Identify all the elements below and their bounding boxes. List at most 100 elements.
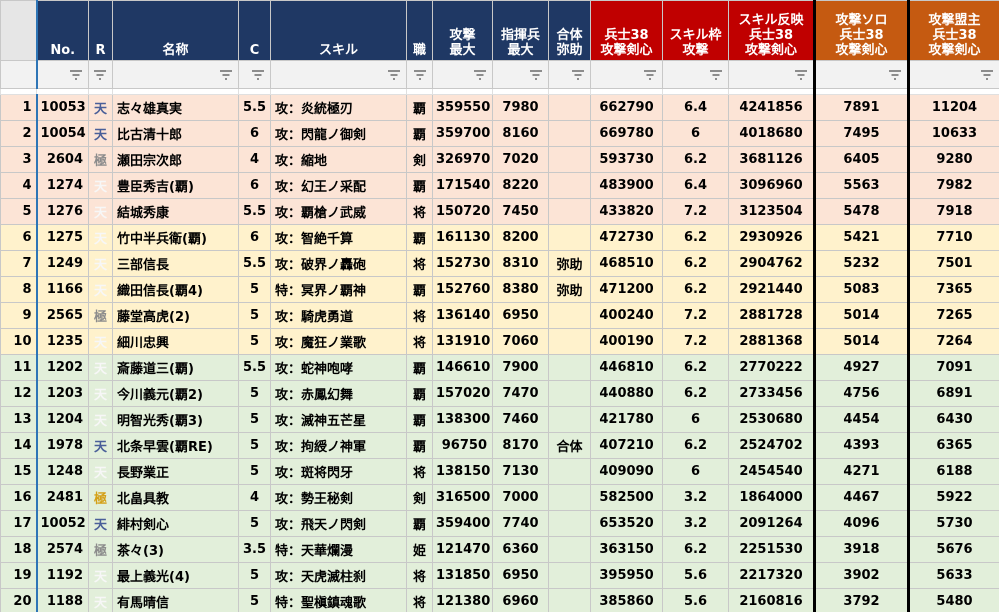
cell-job[interactable]: 覇 [406,172,433,199]
cell-no[interactable]: 2565 [35,302,89,329]
cell-skill[interactable]: 特：天華爛漫 [270,536,407,563]
row-number[interactable]: 18 [0,536,37,563]
filter-icon[interactable] [472,68,488,82]
cell-name[interactable]: 瀬田宗次郎 [112,146,239,173]
cell-r[interactable]: 天 [88,250,113,277]
cell-no[interactable]: 1248 [35,458,89,485]
cell-ref[interactable]: 2251530 [728,536,815,563]
cell-no[interactable]: 1978 [35,432,89,459]
col-header-skill-reflect[interactable]: スキル反映 兵士38 攻撃剣心 [728,0,815,61]
cell-name[interactable]: 藤堂高虎(2) [112,302,239,329]
cell-s38[interactable]: 363150 [590,536,663,563]
cell-job[interactable]: 覇 [406,120,433,147]
cell-atk[interactable]: 131850 [432,562,493,589]
cell-slot[interactable]: 7.2 [662,198,729,225]
cell-ally[interactable]: 7264 [908,328,999,355]
cell-ref[interactable]: 3123504 [728,198,815,225]
cell-ref[interactable]: 2524702 [728,432,815,459]
cell-skill[interactable]: 攻：魔狂ノ業歌 [270,328,407,355]
cell-slot[interactable]: 3.2 [662,510,729,537]
cell-slot[interactable]: 6.2 [662,146,729,173]
cell-job[interactable]: 覇 [406,94,433,121]
cell-slot[interactable]: 6.4 [662,172,729,199]
cell-job[interactable]: 覇 [406,276,433,303]
cell-solo[interactable]: 3792 [813,588,910,612]
cell-combo[interactable] [548,224,591,251]
cell-combo[interactable] [548,588,591,612]
cell-atk[interactable]: 96750 [432,432,493,459]
cell-ally[interactable]: 6188 [908,458,999,485]
cell-ref[interactable]: 2904762 [728,250,815,277]
filter-icon[interactable] [92,68,108,82]
cell-solo[interactable]: 5421 [813,224,910,251]
cell-atk[interactable]: 138300 [432,406,493,433]
cell-r[interactable]: 天 [88,510,113,537]
cell-c[interactable]: 5.5 [238,94,271,121]
cell-s38[interactable]: 471200 [590,276,663,303]
row-number[interactable]: 7 [0,250,37,277]
cell-c[interactable]: 5 [238,276,271,303]
cell-ally[interactable]: 5676 [908,536,999,563]
row-number[interactable]: 1 [0,94,37,121]
cell-slot[interactable]: 6.2 [662,354,729,381]
cell-ref[interactable]: 2881368 [728,328,815,355]
filter-icon[interactable] [708,68,724,82]
col-header-job[interactable]: 職 [406,0,433,61]
cell-skill[interactable]: 攻：拘綬ノ神軍 [270,432,407,459]
cell-cmd[interactable]: 7000 [492,484,549,511]
row-number[interactable]: 19 [0,562,37,589]
cell-name[interactable]: 北畠具教 [112,484,239,511]
cell-combo[interactable] [548,562,591,589]
filter-icon[interactable] [793,68,809,82]
cell-name[interactable]: 竹中半兵衛(覇) [112,224,239,251]
cell-ref[interactable]: 3681126 [728,146,815,173]
cell-skill[interactable]: 攻：滅神五芒星 [270,406,407,433]
cell-ally[interactable]: 6365 [908,432,999,459]
filter-icon[interactable] [528,68,544,82]
cell-combo[interactable] [548,354,591,381]
cell-c[interactable]: 4 [238,146,271,173]
cell-slot[interactable]: 6.2 [662,224,729,251]
row-number[interactable]: 8 [0,276,37,303]
cell-c[interactable]: 6 [238,120,271,147]
cell-slot[interactable]: 6.2 [662,250,729,277]
cell-ref[interactable]: 4018680 [728,120,815,147]
cell-skill[interactable]: 攻：炎統極刃 [270,94,407,121]
row-number[interactable]: 2 [0,120,37,147]
cell-s38[interactable]: 653520 [590,510,663,537]
cell-s38[interactable]: 483900 [590,172,663,199]
cell-ally[interactable]: 5922 [908,484,999,511]
cell-r[interactable]: 天 [88,120,113,147]
filter-icon[interactable] [412,68,428,82]
cell-ally[interactable]: 7265 [908,302,999,329]
cell-ref[interactable]: 2770222 [728,354,815,381]
cell-r[interactable]: 天 [88,328,113,355]
cell-ref[interactable]: 2921440 [728,276,815,303]
cell-combo[interactable] [548,302,591,329]
cell-job[interactable]: 覇 [406,354,433,381]
cell-no[interactable]: 1235 [35,328,89,355]
cell-job[interactable]: 将 [406,250,433,277]
col-header-r[interactable]: R [88,0,113,61]
cell-c[interactable]: 5 [238,432,271,459]
cell-atk[interactable]: 316500 [432,484,493,511]
cell-c[interactable]: 6 [238,172,271,199]
cell-skill[interactable]: 攻：縮地 [270,146,407,173]
cell-slot[interactable]: 7.2 [662,302,729,329]
cell-s38[interactable]: 593730 [590,146,663,173]
cell-ally[interactable]: 5480 [908,588,999,612]
cell-slot[interactable]: 6.2 [662,536,729,563]
cell-ally[interactable]: 7365 [908,276,999,303]
cell-name[interactable]: 北条早雲(覇RE) [112,432,239,459]
cell-ref[interactable]: 3096960 [728,172,815,199]
cell-c[interactable]: 5 [238,302,271,329]
cell-atk[interactable]: 121470 [432,536,493,563]
cell-r[interactable]: 天 [88,198,113,225]
col-header-atk-solo[interactable]: 攻撃ソロ 兵士38 攻撃剣心 [813,0,910,61]
cell-slot[interactable]: 5.6 [662,562,729,589]
col-header-name[interactable]: 名称 [112,0,239,61]
filter-icon[interactable] [642,68,658,82]
cell-atk[interactable]: 359400 [432,510,493,537]
cell-no[interactable]: 1202 [35,354,89,381]
cell-cmd[interactable]: 7020 [492,146,549,173]
